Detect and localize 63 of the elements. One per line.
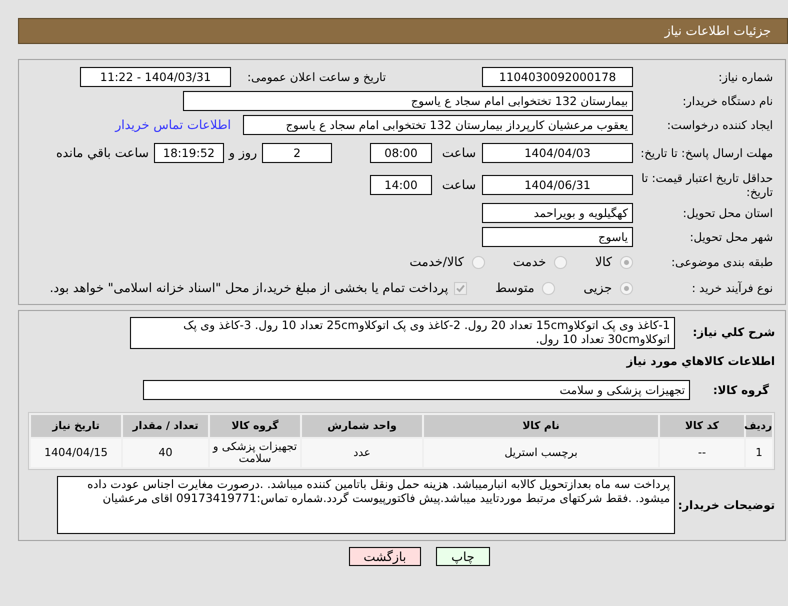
table-cell: 40 xyxy=(123,439,208,468)
table-cell: 1 xyxy=(746,439,772,468)
checkbox[interactable] xyxy=(454,282,468,294)
notes-field[interactable]: پرداخت سه ماه بعدازتحویل کالابه انبارمیباشد. هزینه حمل ونقل باتامین کننده میباشد. .درصورت مغایرت اجناس عودت داده میشود. .فقط شرکتهای مرتبط موردتایید میباشد.پیش فاکتورپیوست گردد.شماره تماس:09173419771 اقای مرعشیان xyxy=(57,476,675,534)
radio-button[interactable] xyxy=(542,282,556,294)
checkbox-label: پرداخت تمام یا بخشی از مبلغ خرید،از محل "اسناد خزانه اسلامی" خواهد بود. xyxy=(50,278,448,297)
column-header: تعداد / مقدار xyxy=(123,415,208,438)
countdown-value: 18:19:52 xyxy=(154,143,224,163)
field-value: 1104030092000178 xyxy=(482,67,633,87)
column-header: واحد شمارش xyxy=(302,415,422,438)
remaining-label: ساعت باقي مانده xyxy=(56,144,150,162)
description-field[interactable]: 1-کاغذ وی پک اتوکلاو15cm تعداد 20 رول. 2-کاغذ وی پک اتوکلاو25cm تعداد 10 رول. 3-کاغذ وی پک اتوکلاو30cm تعداد 10 رول. xyxy=(130,317,675,349)
table-cell: -- xyxy=(660,439,744,468)
contact-link[interactable]: اطلاعات تماس خریدار xyxy=(115,116,231,134)
days-label: روز و xyxy=(227,144,258,162)
field-value: یاسوج xyxy=(482,227,633,247)
field-value: بیمارستان 132 تختخوابی امام سجاد ع یاسوج xyxy=(183,91,633,111)
field-value: 1404/04/03 xyxy=(482,143,633,163)
column-header: ردیف xyxy=(746,415,772,438)
section-title: اطلاعات کالاهاي مورد نياز xyxy=(625,353,775,370)
radio-label: خدمت xyxy=(512,252,546,271)
radio-button[interactable] xyxy=(620,256,633,268)
field-label: شرح کلي نياز: xyxy=(692,324,775,342)
field-label: حداقل تاریخ اعتبار قیمت: تا تاریخ: xyxy=(640,171,773,199)
radio-label: جزیی xyxy=(583,278,612,297)
radio-label: متوسط xyxy=(495,278,534,297)
print-button[interactable]: چاپ xyxy=(436,547,490,566)
table-cell: 1404/04/15 xyxy=(31,439,121,468)
field-label: استان محل تحویل: xyxy=(682,206,773,220)
time-label: ساعت xyxy=(440,176,477,194)
field-value: یعقوب مرعشیان کارپرداز بیمارستان 132 تختخوابی امام سجاد ع یاسوج xyxy=(243,115,633,135)
field-value: 1404/06/31 xyxy=(482,175,633,195)
field-value: 2 xyxy=(262,143,332,163)
radio-label: کالا xyxy=(595,252,612,271)
column-header: گروه کالا xyxy=(210,415,300,438)
radio-button[interactable] xyxy=(554,256,568,268)
table-cell: عدد xyxy=(302,439,422,468)
back-button[interactable]: بازگشت xyxy=(348,547,422,566)
column-header: تاریخ نیاز xyxy=(31,415,121,438)
time-label: ساعت xyxy=(440,144,477,162)
field-value: کهگیلویه و بویراحمد xyxy=(482,203,633,223)
column-header: کد کالا xyxy=(660,415,744,438)
field-label: گروه کالا: xyxy=(712,382,770,399)
field-label: تاریخ و ساعت اعلان عمومی: xyxy=(246,70,386,84)
field-label: ایجاد کننده درخواست: xyxy=(666,118,773,132)
field-label: شهر محل تحویل: xyxy=(688,230,773,244)
field-label: طبقه بندی موضوعی: xyxy=(670,255,773,269)
field-value: 1404/03/31 - 11:22 xyxy=(80,67,231,87)
field-label: مهلت ارسال پاسخ: تا تاریخ: xyxy=(639,146,773,160)
field-value: 08:00 xyxy=(370,143,432,163)
field-label: نام دستگاه خریدار: xyxy=(681,94,773,108)
field-label: نوع فرآیند خرید : xyxy=(690,281,773,295)
field-label: توضیحات خریدار: xyxy=(676,496,775,514)
radio-label: کالا/خدمت xyxy=(409,252,464,271)
table-cell: برچسب استریل xyxy=(424,439,658,468)
radio-button[interactable] xyxy=(472,256,485,268)
page-title: جزئیات اطلاعات نیاز xyxy=(664,22,771,40)
radio-button[interactable] xyxy=(620,282,633,294)
field-value: تجهیزات پزشکی و سلامت xyxy=(143,380,690,400)
field-label: شماره نیاز: xyxy=(717,70,773,84)
field-value: 14:00 xyxy=(370,175,432,195)
table-cell: تجهیزات پزشکی و سلامت xyxy=(210,439,300,468)
column-header: نام کالا xyxy=(424,415,658,438)
